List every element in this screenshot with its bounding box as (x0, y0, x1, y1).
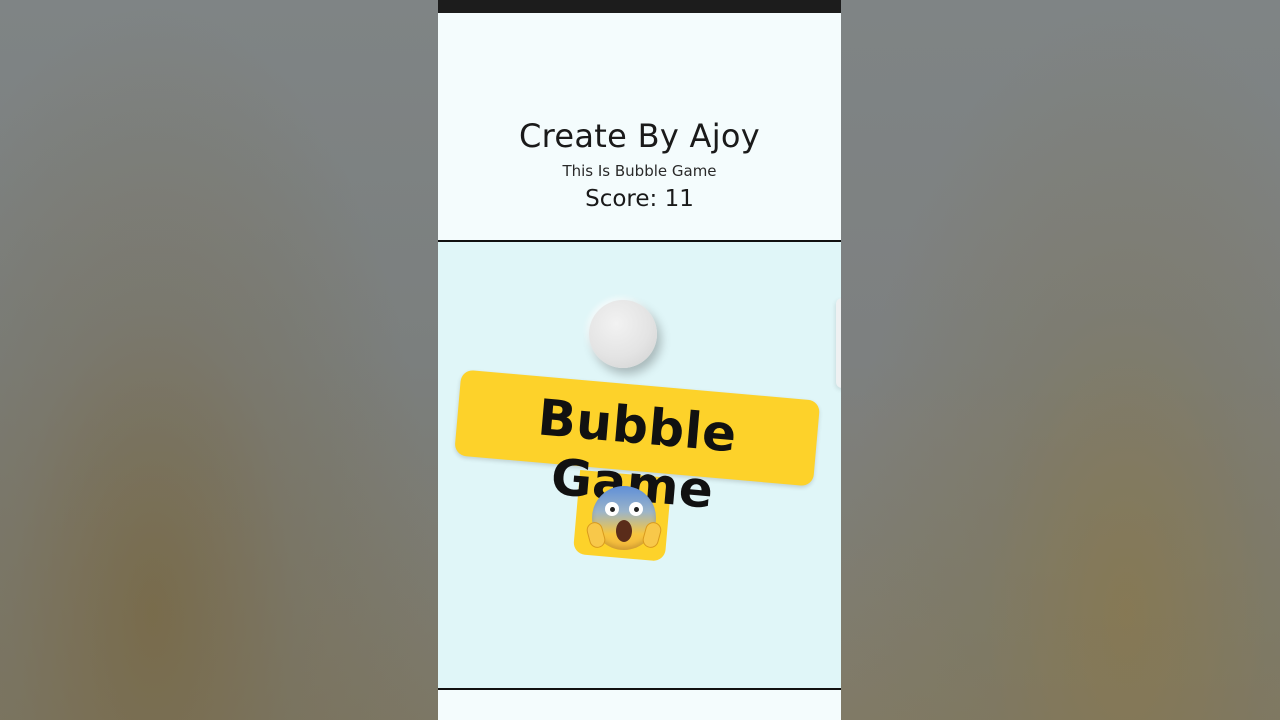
phone-screen: Create By Ajoy This Is Bubble Game Score… (438, 0, 841, 720)
page-subtitle: This Is Bubble Game (562, 162, 717, 180)
emoji-eye-right (629, 502, 643, 516)
emoji-mouth (616, 520, 632, 542)
bubble-partial[interactable] (836, 298, 841, 388)
blurred-background-left (0, 0, 438, 720)
score-display: Score: 11 (438, 186, 841, 212)
emoji-eye-left (605, 502, 619, 516)
page-title: Create By Ajoy (518, 117, 761, 155)
score-label: Score: (585, 186, 658, 212)
bubble[interactable] (589, 300, 657, 368)
status-bar (438, 0, 841, 13)
score-value: 11 (664, 186, 694, 212)
game-header: Create By Ajoy This Is Bubble Game Score… (438, 13, 841, 241)
blurred-background-right (841, 0, 1280, 720)
face-screaming-in-fear-icon (584, 486, 664, 550)
game-footer (438, 690, 841, 720)
